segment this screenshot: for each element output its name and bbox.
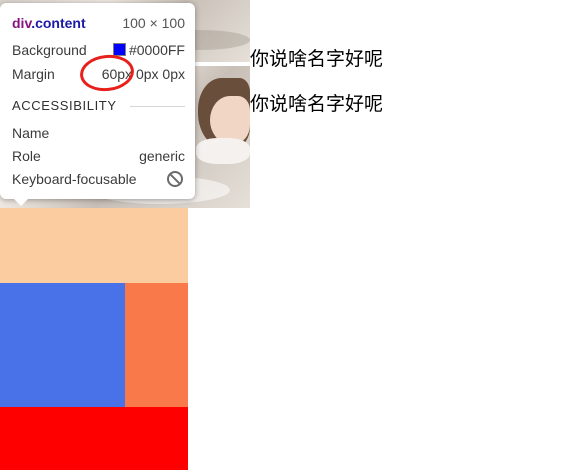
element-selector: div.content [12,15,86,31]
tooltip-role-row: Role generic [12,146,185,166]
color-swatch [112,43,126,56]
name-label: Name [12,125,50,141]
heading-divider [130,106,185,107]
not-allowed-icon [167,171,183,187]
red-block [0,407,188,470]
content-text-1: 你说啥名字好呢 [250,48,384,70]
tooltip-arrow [14,199,28,206]
keyboard-focusable-label: Keyboard-focusable [12,171,137,187]
tooltip-keyboard-row: Keyboard-focusable [12,169,185,189]
background-label: Background [12,42,87,58]
tooltip-name-row: Name [12,123,185,143]
role-value: generic [139,148,185,164]
element-size: 100 × 100 [122,15,185,31]
blue-content-block [0,283,125,407]
accessibility-heading-row: ACCESSIBILITY [12,96,185,116]
peach-block [0,208,188,283]
role-label: Role [12,148,41,164]
inspect-tooltip: div.content 100 × 100 Background #0000FF… [0,3,195,206]
tooltip-title-row: div.content 100 × 100 [12,13,185,33]
margin-label: Margin [12,66,55,82]
content-text-2: 你说啥名字好呢 [250,93,384,115]
accessibility-heading: ACCESSIBILITY [12,98,117,113]
person-arm [196,138,250,164]
orange-block [125,283,188,407]
person-face [210,96,250,144]
